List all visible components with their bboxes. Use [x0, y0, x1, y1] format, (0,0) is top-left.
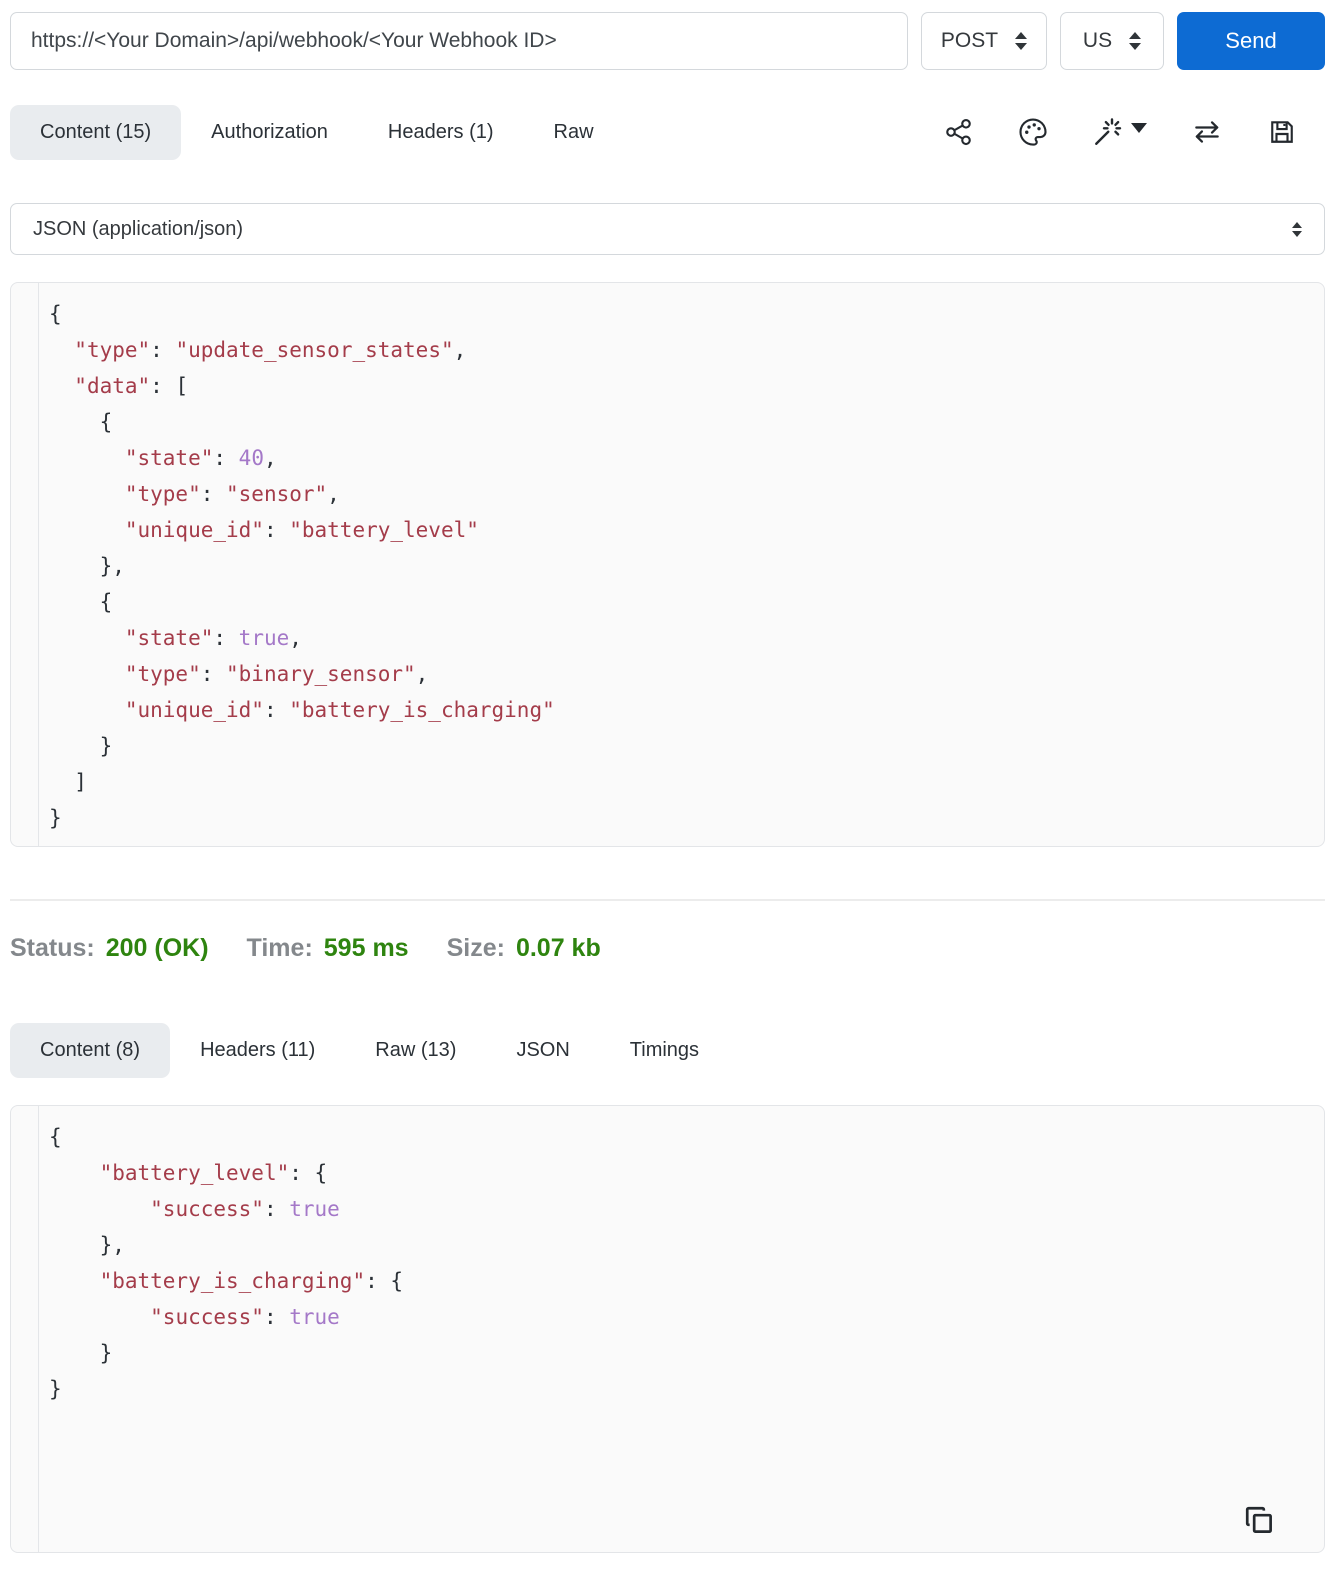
magic-wand-icon[interactable] [1092, 116, 1147, 148]
request-body-editor[interactable]: { "type": "update_sensor_states", "data"… [10, 282, 1325, 847]
tab-request-authorization[interactable]: Authorization [181, 105, 358, 160]
save-icon[interactable] [1267, 117, 1297, 147]
tab-response-json[interactable]: JSON [486, 1023, 599, 1078]
size-value: 0.07 kb [515, 933, 601, 962]
updown-arrows-icon [1129, 32, 1142, 50]
share-icon[interactable] [944, 117, 974, 147]
swap-icon[interactable] [1191, 116, 1223, 148]
updown-arrows-icon [1015, 32, 1028, 50]
tab-response-headers[interactable]: Headers (11) [170, 1023, 345, 1078]
environment-select-value: US [1082, 29, 1113, 52]
editor-gutter [11, 283, 39, 846]
body-type-value: JSON (application/json) [33, 217, 244, 240]
tab-request-raw[interactable]: Raw [524, 105, 624, 160]
size-label: Size: [446, 933, 505, 962]
viewer-gutter [11, 1106, 39, 1552]
request-tabs-row: Content (15) Authorization Headers (1) R… [10, 104, 1325, 160]
status-value: 200 (OK) [105, 933, 209, 962]
response-tabs-row: Content (8) Headers (11) Raw (13) JSON T… [10, 1022, 1325, 1078]
section-divider [10, 899, 1325, 901]
send-button[interactable]: Send [1177, 12, 1325, 70]
response-body-code: { "battery_level": { "success": true }, … [49, 1125, 404, 1401]
request-body-code: { "type": "update_sensor_states", "data"… [49, 302, 555, 830]
status-label: Status: [10, 933, 95, 962]
updown-arrows-icon [1292, 221, 1302, 237]
time-value: 595 ms [323, 933, 409, 962]
status-bar: Status: 200 (OK) Time: 595 ms Size: 0.07… [10, 927, 1325, 969]
copy-icon[interactable] [1242, 1503, 1276, 1537]
tab-response-content[interactable]: Content (8) [10, 1022, 171, 1078]
time-label: Time: [246, 933, 313, 962]
method-select-value: POST [940, 29, 999, 52]
tab-response-timings[interactable]: Timings [600, 1023, 729, 1078]
response-tabs: Content (8) Headers (11) Raw (13) JSON T… [10, 1022, 729, 1078]
request-toolbar [944, 116, 1297, 148]
request-bar: POST US Send [10, 12, 1325, 70]
tab-response-raw[interactable]: Raw (13) [345, 1023, 486, 1078]
response-body-viewer: { "battery_level": { "success": true }, … [10, 1105, 1325, 1553]
environment-select[interactable]: US [1060, 12, 1164, 70]
palette-icon[interactable] [1018, 117, 1048, 147]
tab-request-content[interactable]: Content (15) [10, 104, 182, 160]
body-type-select[interactable]: JSON (application/json) [10, 203, 1325, 255]
request-tabs: Content (15) Authorization Headers (1) R… [10, 104, 624, 160]
method-select[interactable]: POST [921, 12, 1047, 70]
url-input[interactable] [10, 12, 908, 70]
chevron-down-icon [1131, 123, 1147, 133]
tab-request-headers[interactable]: Headers (1) [358, 105, 524, 160]
